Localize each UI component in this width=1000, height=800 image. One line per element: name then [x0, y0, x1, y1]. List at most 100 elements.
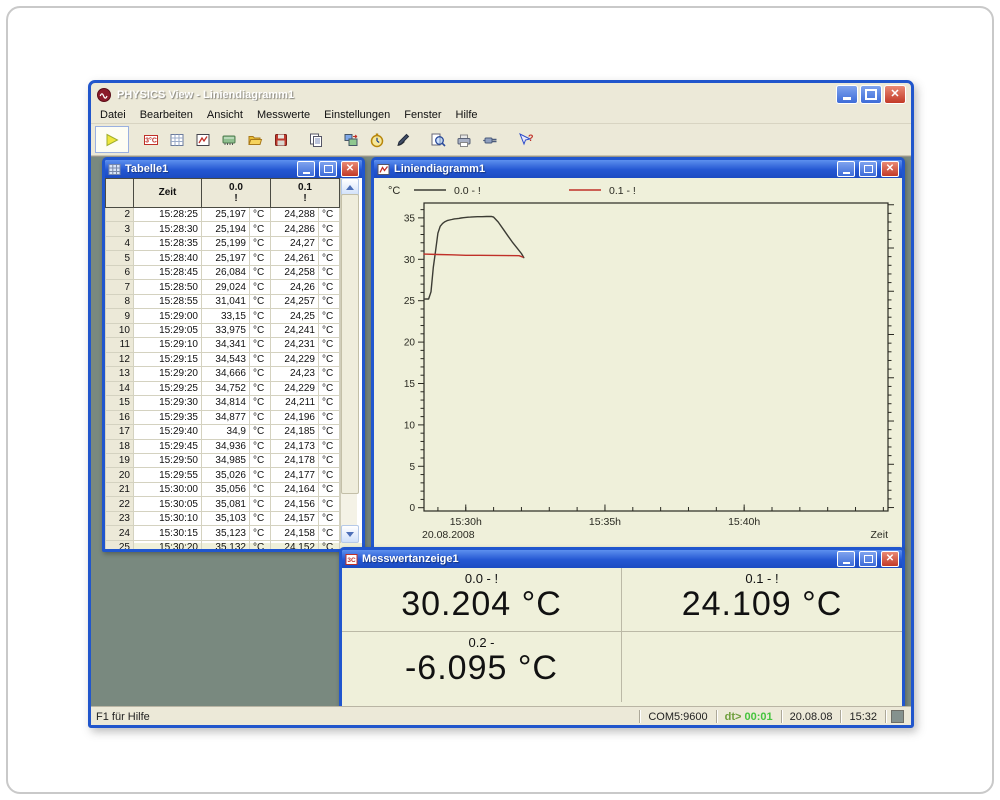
menu-item-messwerte[interactable]: Messwerte: [250, 108, 317, 122]
copy-button[interactable]: [303, 127, 329, 152]
table-cell: 35,026: [202, 468, 250, 482]
table-row[interactable]: 2115:30:0035,056°C24,164°C: [106, 482, 340, 496]
table-row[interactable]: 1015:29:0533,975°C24,241°C: [106, 323, 340, 337]
table-cell: °C: [319, 222, 340, 236]
context-help-button[interactable]: ?: [512, 127, 538, 152]
menu-item-bearbeiten[interactable]: Bearbeiten: [133, 108, 200, 122]
table-row[interactable]: 815:28:5531,041°C24,257°C: [106, 294, 340, 308]
maximize-button[interactable]: [860, 85, 882, 104]
table-cell: 2: [106, 208, 134, 222]
table-cell: 25: [106, 540, 134, 552]
table-cell: 13: [106, 367, 134, 381]
menu-item-fenster[interactable]: Fenster: [397, 108, 448, 122]
table-row[interactable]: 1415:29:2534,752°C24,229°C: [106, 381, 340, 395]
display-window-titlebar[interactable]: 3C Messwertanzeige1 ✕: [342, 550, 902, 568]
table-row[interactable]: 1115:29:1034,341°C24,231°C: [106, 338, 340, 352]
table-cell: °C: [319, 410, 340, 424]
table-row[interactable]: 1315:29:2034,666°C24,23°C: [106, 367, 340, 381]
table-row[interactable]: 2415:30:1535,123°C24,158°C: [106, 526, 340, 540]
start-button[interactable]: [95, 126, 129, 153]
table-row[interactable]: 2515:30:2035,132°C24,152°C: [106, 540, 340, 552]
table-cell: 18: [106, 439, 134, 453]
menu-item-hilfe[interactable]: Hilfe: [449, 108, 485, 122]
svg-text:20: 20: [404, 338, 416, 349]
chart-window-titlebar[interactable]: Liniendiagramm1 ✕: [374, 160, 902, 178]
table-row[interactable]: 915:29:0033,15°C24,25°C: [106, 309, 340, 323]
svg-text:3°C: 3°C: [145, 136, 157, 144]
table-cell: 23: [106, 511, 134, 525]
module-button[interactable]: [216, 127, 242, 152]
table-row[interactable]: 1215:29:1534,543°C24,229°C: [106, 352, 340, 366]
table-row[interactable]: 715:28:5029,024°C24,26°C: [106, 280, 340, 294]
table-cell: 15:29:40: [134, 425, 202, 439]
close-button[interactable]: ✕: [884, 85, 906, 104]
menu-item-datei[interactable]: Datei: [93, 108, 133, 122]
measurement-display-button[interactable]: 3°C: [138, 127, 164, 152]
timer-button[interactable]: [364, 127, 390, 152]
chart-maximize-button[interactable]: [859, 161, 877, 177]
print-button[interactable]: [451, 127, 477, 152]
menu-item-ansicht[interactable]: Ansicht: [200, 108, 250, 122]
open-folder-button[interactable]: [242, 127, 268, 152]
table-cell: °C: [250, 309, 271, 323]
table-row[interactable]: 615:28:4526,084°C24,258°C: [106, 265, 340, 279]
table-row[interactable]: 1915:29:5034,985°C24,178°C: [106, 453, 340, 467]
line-chart-button[interactable]: [190, 127, 216, 152]
table-window-titlebar[interactable]: Tabelle1 ✕: [105, 160, 362, 178]
table-cell: 34,814: [202, 396, 250, 410]
table-row[interactable]: 2315:30:1035,103°C24,157°C: [106, 511, 340, 525]
table-cell: 24,288: [271, 208, 319, 222]
scroll-thumb[interactable]: [341, 194, 359, 494]
table-cell: °C: [319, 265, 340, 279]
table-row[interactable]: 315:28:3025,194°C24,286°C: [106, 222, 340, 236]
display-close-button[interactable]: ✕: [881, 551, 899, 567]
table-row[interactable]: 1815:29:4534,936°C24,173°C: [106, 439, 340, 453]
table-row[interactable]: 515:28:4025,197°C24,261°C: [106, 251, 340, 265]
menu-bar: DateiBearbeitenAnsichtMesswerteEinstellu…: [91, 106, 911, 124]
display-minimize-button[interactable]: [837, 551, 855, 567]
table-cell: 7: [106, 280, 134, 294]
table-row[interactable]: 1715:29:4034,9°C24,185°C: [106, 425, 340, 439]
table-cell: 35,081: [202, 497, 250, 511]
table-row[interactable]: 1615:29:3534,877°C24,196°C: [106, 410, 340, 424]
table-cell: 9: [106, 309, 134, 323]
table-close-button[interactable]: ✕: [341, 161, 359, 177]
menu-item-einstellungen[interactable]: Einstellungen: [317, 108, 397, 122]
table-cell: 24,286: [271, 222, 319, 236]
table-cell: °C: [319, 208, 340, 222]
zoom-button[interactable]: [425, 127, 451, 152]
display-cell-ch1: 0.1 - ! 24.109 °C: [622, 568, 902, 632]
table-maximize-button[interactable]: [319, 161, 337, 177]
app-titlebar[interactable]: PHYSICS View - Liniendiagramm1 ✕: [91, 83, 911, 106]
line-chart-icon: [195, 132, 211, 148]
table-cell: °C: [319, 294, 340, 308]
pen-button[interactable]: [390, 127, 416, 152]
table-header-ch1: 0.1!: [271, 179, 340, 208]
table-minimize-button[interactable]: [297, 161, 315, 177]
chart-minimize-button[interactable]: [837, 161, 855, 177]
table-cell: 24,258: [271, 265, 319, 279]
display-cell-label: 0.0 - !: [342, 571, 621, 586]
table-cell: 33,975: [202, 323, 250, 337]
table-cell: 15:30:05: [134, 497, 202, 511]
scroll-down-icon[interactable]: [341, 525, 359, 543]
table-cell: °C: [319, 526, 340, 540]
chart-close-button[interactable]: ✕: [881, 161, 899, 177]
minimize-button[interactable]: [836, 85, 858, 104]
table-scrollbar[interactable]: [340, 178, 357, 543]
table-row[interactable]: 215:28:2525,197°C24,288°C: [106, 208, 340, 222]
display-maximize-button[interactable]: [859, 551, 877, 567]
table-view-button[interactable]: [164, 127, 190, 152]
table-row[interactable]: 415:28:3525,199°C24,27°C: [106, 236, 340, 250]
svg-text:30: 30: [404, 255, 416, 266]
export-image-button[interactable]: [338, 127, 364, 152]
table-row[interactable]: 2215:30:0535,081°C24,156°C: [106, 497, 340, 511]
line-chart: °C0.0 - !0.1 - !°C05101520253035-5051015…: [374, 178, 896, 542]
table-row[interactable]: 2015:29:5535,026°C24,177°C: [106, 468, 340, 482]
table-cell: 15:29:15: [134, 352, 202, 366]
save-button[interactable]: [268, 127, 294, 152]
table-row[interactable]: 1515:29:3034,814°C24,211°C: [106, 396, 340, 410]
connect-button[interactable]: [477, 127, 503, 152]
display-cell-ch2: 0.2 - -6.095 °C: [342, 632, 622, 702]
save-icon: [273, 132, 289, 148]
